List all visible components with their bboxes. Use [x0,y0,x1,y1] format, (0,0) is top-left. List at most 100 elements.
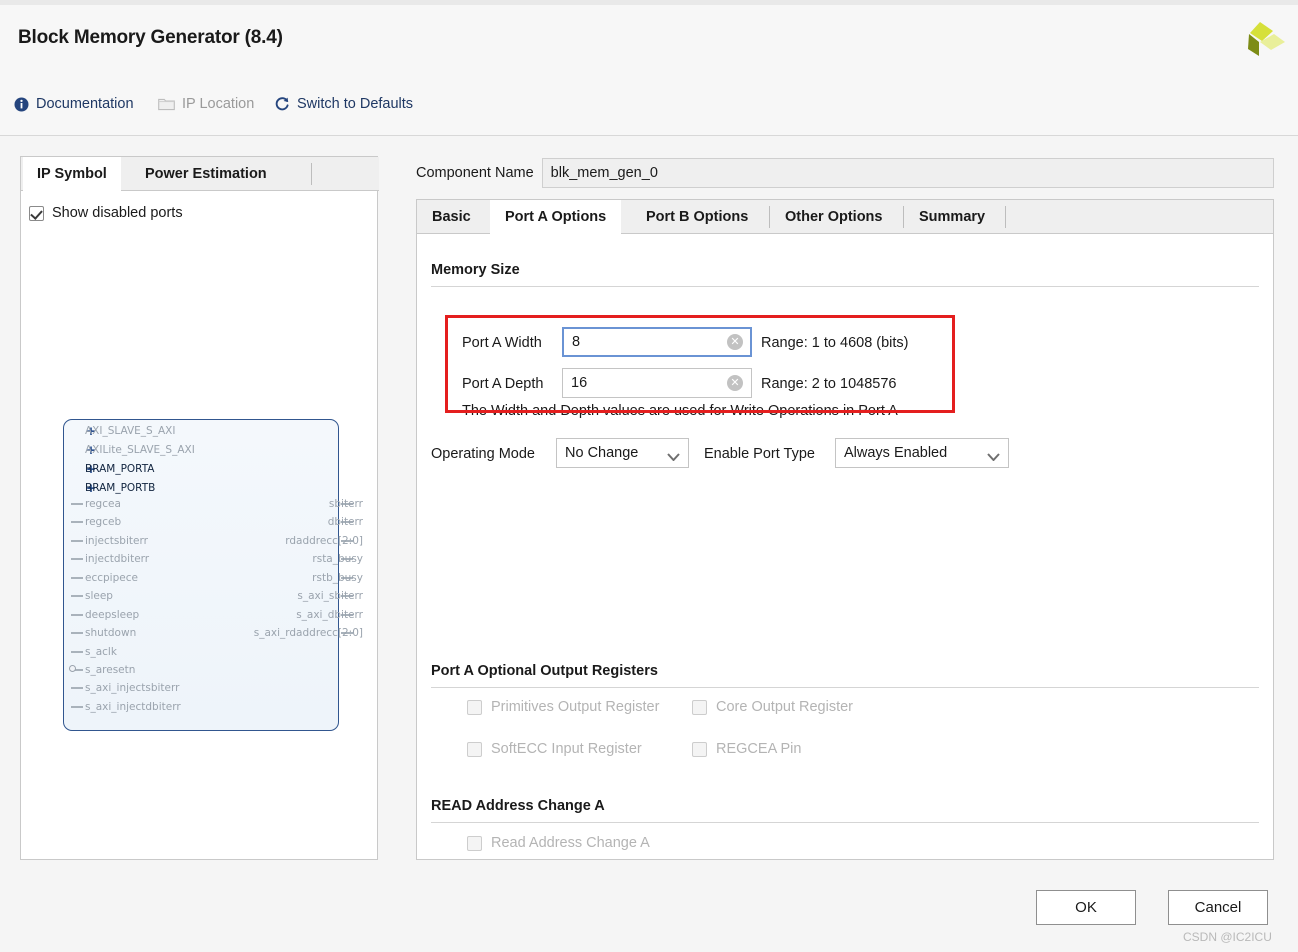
port-a-width-value: 8 [572,334,581,350]
dialog-window: Block Memory Generator (8.4) Documentati… [0,0,1298,952]
bus-port-label: AXILite_SLAVE_S_AXI [85,444,195,456]
port-a-options-content: Memory Size Port A Width 8 ✕ Range: 1 to… [417,234,1273,859]
memory-size-note: The Width and Depth values are used for … [462,403,898,419]
operating-mode-label: Operating Mode [431,446,535,462]
right-panel-tabs: Basic Port A Options Port B Options Othe… [417,200,1273,234]
port-stub [71,651,83,653]
port-a-width-input[interactable]: 8 [562,327,752,357]
ip-location-link[interactable]: IP Location [158,96,254,112]
port-a-depth-range: Range: 2 to 1048576 [761,376,897,392]
section-divider [431,687,1259,688]
softecc-input-register-label: SoftECC Input Register [491,741,642,757]
ip-location-label: IP Location [182,96,255,112]
documentation-label: Documentation [36,96,134,112]
info-icon [14,97,29,112]
enable-port-type-select[interactable]: Always Enabled [835,438,1009,468]
port-a-depth-input[interactable]: 16 [562,368,752,398]
core-output-register-checkbox[interactable]: Core Output Register [692,699,853,715]
port-stub [71,632,83,634]
active-low-bubble-icon [69,665,76,672]
input-port-label: s_aresetn [85,664,136,676]
port-a-width-range: Range: 1 to 4608 (bits) [761,335,909,351]
output-port-label: sbiterr [328,498,363,510]
ok-button[interactable]: OK [1036,890,1136,925]
optional-output-registers-heading: Port A Optional Output Registers [431,663,658,679]
input-port-label: s_axi_injectdbiterr [85,701,181,713]
section-divider [431,286,1259,287]
output-port-label: dbiterr [327,516,363,528]
folder-icon [158,97,175,111]
component-name-value: blk_mem_gen_0 [550,165,658,181]
tab-port-b-options[interactable]: Port B Options [631,200,763,234]
operating-mode-select[interactable]: No Change [556,438,689,468]
primitives-output-register-checkbox[interactable]: Primitives Output Register [467,699,659,715]
tab-port-a-options[interactable]: Port A Options [490,200,622,234]
clear-width-icon[interactable]: ✕ [727,334,743,350]
cancel-button-label: Cancel [1194,899,1242,916]
port-a-width-label: Port A Width [462,335,542,351]
tab-basic-label: Basic [432,209,471,225]
chevron-down-icon [667,449,680,462]
read-address-change-a-checkbox[interactable]: Read Address Change A [467,835,650,851]
tab-divider [1005,206,1006,228]
cancel-button[interactable]: Cancel [1168,890,1268,925]
documentation-link[interactable]: Documentation [14,96,134,112]
checkbox-box [467,699,482,715]
port-stub [71,706,83,708]
tab-power-estimation[interactable]: Power Estimation [131,157,281,191]
enable-port-type-label: Enable Port Type [704,446,815,462]
tab-power-estimation-label: Power Estimation [145,166,267,182]
output-port-label: rsta_busy [312,553,363,565]
port-stub [71,595,83,597]
port-stub [71,558,83,560]
title-bar: Block Memory Generator (8.4) [0,0,1298,78]
left-panel: IP Symbol Power Estimation Show disabled… [20,156,379,860]
tab-other-options[interactable]: Other Options [770,200,897,234]
component-name-input[interactable]: blk_mem_gen_0 [541,158,1274,188]
tab-port-a-options-label: Port A Options [505,208,607,225]
component-name-label: Component Name [416,165,534,181]
toolbar: Documentation IP Location Switch to Defa… [0,78,1298,136]
port-stub [71,614,83,616]
left-panel-body: Show disabled ports + AXI_SLAVE_S_AXI + … [21,191,377,859]
softecc-input-register-checkbox[interactable]: SoftECC Input Register [467,741,642,757]
clear-depth-icon[interactable]: ✕ [727,375,743,391]
port-stub [71,521,83,523]
checkbox-box [692,741,707,757]
section-divider [431,822,1259,823]
output-port-label: s_axi_rdaddrecc[2:0] [253,627,363,639]
refresh-icon [274,96,290,112]
tab-other-options-label: Other Options [785,209,883,225]
bus-port-label: AXI_SLAVE_S_AXI [85,425,176,437]
tab-basic[interactable]: Basic [417,200,486,234]
regcea-pin-checkbox[interactable]: REGCEA Pin [692,741,801,757]
port-a-depth-value: 16 [571,375,588,391]
port-stub [71,687,83,689]
component-name-row: Component Name blk_mem_gen_0 [416,158,1274,188]
switch-to-defaults-link[interactable]: Switch to Defaults [274,96,413,112]
checkbox-box [467,741,482,757]
primitives-output-register-label: Primitives Output Register [491,699,660,715]
right-panel: Basic Port A Options Port B Options Othe… [416,199,1274,860]
left-panel-tabs: IP Symbol Power Estimation [21,157,379,191]
port-stub [71,577,83,579]
regcea-pin-label: REGCEA Pin [716,741,802,757]
xilinx-logo-icon [1232,16,1288,66]
read-address-change-heading: READ Address Change A [431,798,605,814]
page-title: Block Memory Generator (8.4) [18,27,283,48]
tab-summary[interactable]: Summary [904,200,1000,234]
port-stub [71,503,83,505]
bus-port-label: BRAM_PORTA [85,463,155,475]
checkbox-box [467,835,482,851]
enable-port-type-value: Always Enabled [844,445,948,461]
tab-summary-label: Summary [919,209,986,225]
port-a-depth-label: Port A Depth [462,376,544,392]
tab-ip-symbol[interactable]: IP Symbol [23,157,121,191]
checkbox-box [692,699,707,715]
switch-to-defaults-label: Switch to Defaults [297,96,414,112]
output-port-label: rdaddrecc[2:0] [285,535,363,547]
port-stub [71,540,83,542]
watermark: CSDN @IC2ICU [1183,930,1272,944]
chevron-down-icon [987,449,1000,462]
memory-size-heading: Memory Size [431,262,520,278]
